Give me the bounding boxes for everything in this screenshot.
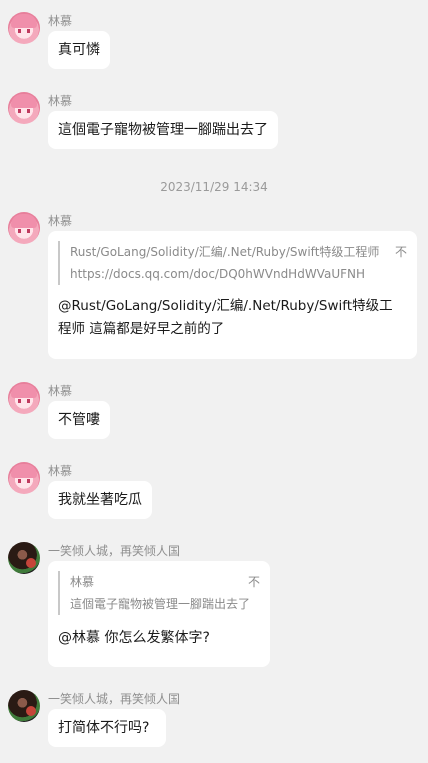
sender-name[interactable]: 一笑倾人城，再笑倾人国: [48, 690, 180, 707]
sender-name[interactable]: 林慕: [48, 462, 72, 479]
sender-name[interactable]: 林慕: [48, 382, 72, 399]
quoted-sender: 林慕: [70, 575, 95, 589]
message-bubble[interactable]: 不管嘍: [48, 401, 110, 439]
quoted-sender: Rust/GoLang/Solidity/汇编/.Net/Ruby/Swift特…: [70, 245, 380, 259]
message-text: 我就坐著吃瓜: [58, 492, 142, 508]
sender-name[interactable]: 林慕: [48, 92, 72, 109]
message-text: @Rust/GoLang/Solidity/汇编/.Net/Ruby/Swift…: [58, 298, 393, 314]
user-avatar[interactable]: [8, 462, 40, 494]
message-text: 真可憐: [58, 42, 100, 58]
user-avatar[interactable]: [8, 212, 40, 244]
message-text: 打简体不行吗?: [58, 720, 150, 736]
user-avatar[interactable]: [8, 690, 40, 722]
sender-name[interactable]: 一笑倾人城，再笑倾人国: [48, 542, 180, 559]
message-bubble[interactable]: 我就坐著吃瓜: [48, 481, 152, 519]
message-text: 不管嘍: [58, 412, 100, 428]
sender-name[interactable]: 林慕: [48, 212, 72, 229]
message-bubble[interactable]: 林慕 不 這個電子寵物被管理一腳踹出去了 @林慕 你怎么发繁体字?: [48, 561, 270, 667]
quoted-reply[interactable]: Rust/GoLang/Solidity/汇编/.Net/Ruby/Swift特…: [58, 241, 407, 285]
user-avatar[interactable]: [8, 12, 40, 44]
message-text: 程师 這篇都是好早之前的了: [58, 321, 225, 337]
quoted-tail: 不: [247, 575, 260, 589]
quoted-reply[interactable]: 林慕 不 這個電子寵物被管理一腳踹出去了: [58, 571, 260, 615]
message-text: @林慕 你怎么发繁体字?: [58, 630, 210, 646]
user-avatar[interactable]: [8, 92, 40, 124]
quoted-link[interactable]: https://docs.qq.com/doc/DQ0hWVndHdWVaUFN…: [70, 263, 407, 285]
quoted-tail: 不: [394, 245, 407, 259]
timestamp: 2023/11/29 14:34: [160, 180, 268, 194]
message-bubble[interactable]: 真可憐: [48, 31, 110, 69]
message-bubble[interactable]: 打简体不行吗?: [48, 709, 166, 747]
quoted-text: 這個電子寵物被管理一腳踹出去了: [70, 597, 251, 611]
user-avatar[interactable]: [8, 542, 40, 574]
message-bubble[interactable]: 這個電子寵物被管理一腳踹出去了: [48, 111, 278, 149]
message-bubble[interactable]: Rust/GoLang/Solidity/汇编/.Net/Ruby/Swift特…: [48, 231, 417, 359]
sender-name[interactable]: 林慕: [48, 12, 72, 29]
message-text: 這個電子寵物被管理一腳踹出去了: [58, 122, 268, 138]
user-avatar[interactable]: [8, 382, 40, 414]
